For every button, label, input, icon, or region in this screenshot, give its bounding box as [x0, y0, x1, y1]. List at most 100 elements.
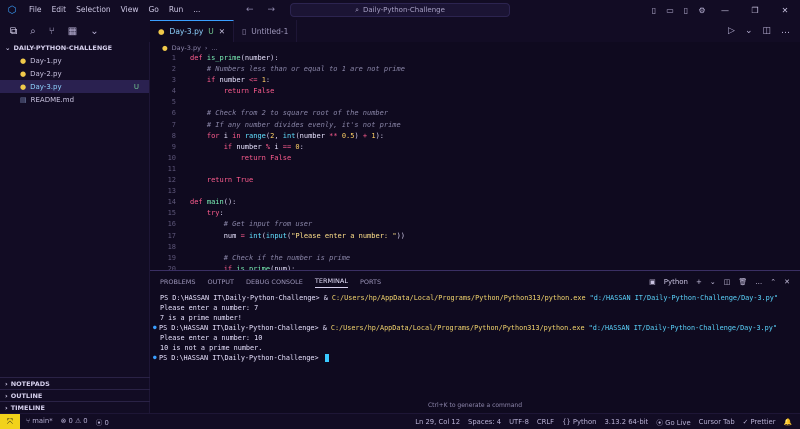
maximize-button[interactable]: ❐	[740, 6, 770, 15]
new-terminal-icon[interactable]: +	[696, 278, 702, 286]
go-live-button[interactable]: ⦿ Go Live	[656, 417, 690, 427]
cursor-position[interactable]: Ln 29, Col 12	[415, 418, 460, 426]
code-line[interactable]: 15 try:	[150, 208, 800, 219]
back-arrow-icon[interactable]: ←	[246, 5, 254, 15]
terminal-shell-icon: ▣	[649, 278, 656, 286]
menu-edit[interactable]: Edit	[47, 0, 72, 20]
code-line[interactable]: 10 return False	[150, 153, 800, 164]
more-actions-icon[interactable]: …	[755, 278, 762, 286]
minimize-button[interactable]: —	[710, 6, 740, 15]
tab-untitled-1[interactable]: ▯ Untitled-1	[234, 20, 298, 42]
ports-status[interactable]: ⦿ 0	[96, 417, 109, 427]
workspace-folder-header[interactable]: ⌄ DAILY-PYTHON-CHALLENGE	[0, 42, 149, 54]
terminal-operator: &	[323, 294, 332, 302]
code-line[interactable]: 6 # Check from 2 to square root of the n…	[150, 108, 800, 119]
code-line[interactable]: 9 if number % i == 0:	[150, 142, 800, 153]
forward-arrow-icon[interactable]: →	[268, 5, 276, 15]
language-mode[interactable]: {} Python	[562, 418, 596, 426]
problems-status[interactable]: ⊗ 0 ⚠ 0	[61, 417, 88, 427]
split-editor-icon[interactable]: ◫	[762, 26, 771, 36]
indentation[interactable]: Spaces: 4	[468, 418, 501, 426]
python-interpreter[interactable]: 3.13.2 64-bit	[604, 418, 648, 426]
code-line[interactable]: 1 def is_prime(number):	[150, 53, 800, 64]
maximize-panel-icon[interactable]: ⌃	[770, 278, 776, 286]
split-terminal-icon[interactable]: ◫	[724, 278, 731, 286]
panel-tab-ports[interactable]: PORTS	[360, 278, 381, 286]
file-item-day-1[interactable]: ● Day-1.py	[0, 54, 149, 67]
command-center-search[interactable]: ⌕ Daily-Python-Challenge	[290, 3, 510, 17]
section-timeline[interactable]: › TIMELINE	[0, 401, 150, 413]
line-number: 11	[167, 164, 176, 173]
remote-icon[interactable]: ⤧	[0, 413, 20, 429]
search-view-icon[interactable]: ⌕	[30, 26, 36, 37]
markdown-file-icon: ▤	[20, 95, 27, 104]
file-item-day-3[interactable]: ● Day-3.py U	[0, 80, 149, 93]
code-line[interactable]: 2 # Numbers less than or equal to 1 are …	[150, 64, 800, 75]
breadcrumb-symbol[interactable]: ...	[212, 44, 218, 52]
chevron-down-icon[interactable]: ⌄	[90, 26, 98, 37]
code-text: def main():	[190, 198, 237, 207]
section-notepads[interactable]: › NOTEPADS	[0, 377, 150, 389]
untracked-badge: U	[133, 82, 139, 91]
close-tab-icon[interactable]: ✕	[219, 27, 225, 36]
menu-go[interactable]: Go	[143, 0, 163, 20]
close-window-button[interactable]: ✕	[770, 6, 800, 15]
prettier-button[interactable]: ✓ Prettier	[743, 418, 776, 426]
chevron-down-icon[interactable]: ⌄	[745, 26, 753, 36]
section-outline[interactable]: › OUTLINE	[0, 389, 150, 401]
settings-gear-icon[interactable]: ⚙	[694, 6, 710, 15]
code-line[interactable]: 16 # Get input from user	[150, 219, 800, 230]
encoding[interactable]: UTF-8	[509, 418, 529, 426]
code-text: return False	[223, 87, 275, 96]
code-line[interactable]: 8 for i in range(2, int(number ** 0.5) +…	[150, 131, 800, 142]
cursor-tab-button[interactable]: Cursor Tab	[699, 418, 735, 426]
notifications-bell-icon[interactable]: 🔔	[784, 418, 792, 426]
code-line[interactable]: 18	[150, 242, 800, 253]
terminal-output[interactable]: PS D:\HASSAN IT\Daily-Python-Challenge> …	[150, 293, 800, 363]
code-line[interactable]: 19 # Check if the number is prime	[150, 253, 800, 264]
terminal-cursor	[324, 354, 329, 362]
panel-tab-debug-console[interactable]: DEBUG CONSOLE	[246, 278, 303, 286]
chevron-down-icon[interactable]: ⌄	[710, 278, 716, 286]
code-text: # Check from 2 to square root of the num…	[206, 109, 389, 118]
code-line[interactable]: 5	[150, 97, 800, 108]
close-panel-icon[interactable]: ✕	[784, 278, 790, 286]
terminal-shell-label[interactable]: Python	[664, 278, 688, 286]
code-line[interactable]: 14 def main():	[150, 197, 800, 208]
file-item-readme[interactable]: ▤ README.md	[0, 93, 149, 106]
menu-view[interactable]: View	[116, 0, 144, 20]
toggle-secondary-sidebar-icon[interactable]: ▯	[678, 6, 694, 15]
toggle-panel-icon[interactable]: ▭	[662, 6, 678, 15]
code-line[interactable]: 12 return True	[150, 175, 800, 186]
source-control-icon[interactable]: ⑂	[49, 26, 55, 37]
code-line[interactable]: 7 # If any number divides evenly, it's n…	[150, 120, 800, 131]
file-item-day-2[interactable]: ● Day-2.py	[0, 67, 149, 80]
run-python-icon[interactable]: ▷	[728, 26, 735, 36]
extensions-icon[interactable]: ▦	[68, 26, 77, 37]
branch-status[interactable]: ⑂ main*	[26, 417, 53, 427]
breadcrumb-file[interactable]: Day-3.py	[172, 44, 201, 52]
panel-tab-terminal[interactable]: TERMINAL	[314, 277, 348, 288]
file-icon: ▯	[242, 26, 247, 36]
menu-selection[interactable]: Selection	[71, 0, 116, 20]
menu-more[interactable]: ...	[188, 0, 205, 20]
explorer-icon[interactable]: ⧉	[10, 26, 17, 37]
menu-file[interactable]: File	[24, 0, 47, 20]
panel-tab-output[interactable]: OUTPUT	[207, 278, 234, 286]
terminal-prompt: PS D:\HASSAN IT\Daily-Python-Challenge>	[160, 294, 324, 302]
code-line[interactable]: 3 if number <= 1:	[150, 75, 800, 86]
more-actions-icon[interactable]: …	[781, 26, 790, 36]
code-line[interactable]: 13	[150, 186, 800, 197]
code-line[interactable]: 4 return False	[150, 86, 800, 97]
tab-day-3[interactable]: ● Day-3.py U ✕	[150, 20, 235, 42]
toggle-sidebar-icon[interactable]: ▯	[646, 6, 662, 15]
code-text: # Check if the number is prime	[223, 253, 351, 262]
menu-run[interactable]: Run	[164, 0, 188, 20]
code-line[interactable]: 17 num = int(input("Please enter a numbe…	[150, 231, 800, 242]
code-line[interactable]: 11	[150, 164, 800, 175]
panel-tab-problems[interactable]: PROBLEMS	[160, 278, 195, 286]
end-of-line[interactable]: CRLF	[537, 418, 554, 426]
code-editor[interactable]: 1 def is_prime(number): 2 # Numbers less t…	[150, 53, 800, 270]
trash-icon[interactable]: 🗑	[738, 278, 747, 286]
line-number: 8	[171, 131, 176, 140]
